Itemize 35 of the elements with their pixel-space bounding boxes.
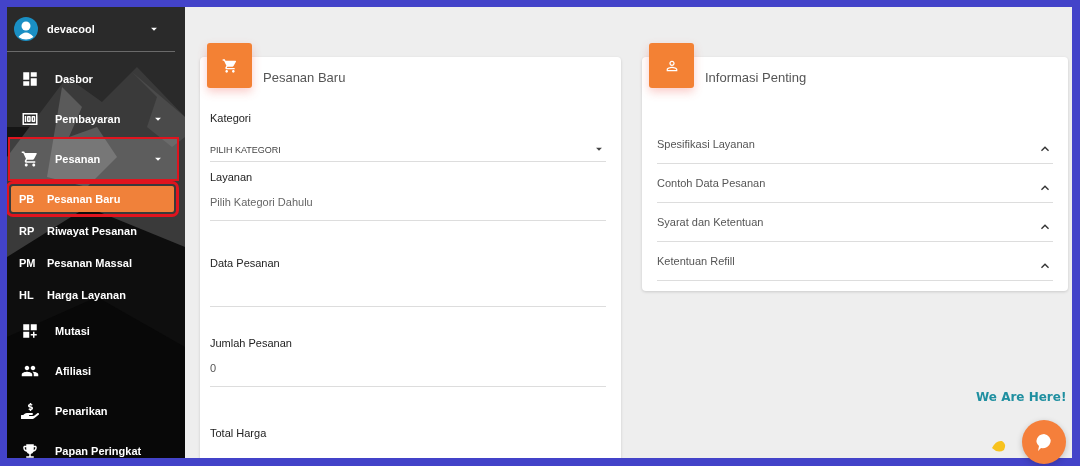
category-select[interactable]: PILIH KATEGORI [210, 124, 606, 162]
field-label: Layanan [210, 171, 254, 183]
cart-icon [221, 57, 238, 74]
accordion-item[interactable]: Contoh Data Pesanan [657, 164, 1053, 203]
accordion-item[interactable]: Spesifikasi Layanan [657, 125, 1053, 164]
sidebar-subitem[interactable]: HL Harga Layanan [11, 279, 177, 311]
field-label: Total Harga [210, 427, 268, 439]
sidebar-item[interactable]: Dasbor [10, 59, 177, 99]
field-label: Jumlah Pesanan [210, 337, 293, 349]
sidebar-item[interactable]: Pembayaran [10, 99, 177, 139]
sidebar-item[interactable]: Mutasi [10, 311, 177, 351]
input-field[interactable]: 0 [210, 349, 606, 386]
sidebar-item[interactable]: Papan Peringkat [10, 431, 177, 458]
field-label: Kategori [210, 112, 252, 124]
field-label: Data Pesanan [210, 257, 281, 269]
avatar-icon [14, 17, 38, 41]
input-field[interactable]: Pilih Kategori Dahulu [210, 183, 606, 220]
grid-plus-icon [21, 322, 39, 340]
user-name: devacool [47, 23, 96, 35]
cart-icon [21, 150, 39, 168]
sidebar-item[interactable]: Afiliasi [10, 351, 177, 391]
card-title: Pesanan Baru [263, 70, 346, 85]
cash-icon [21, 110, 39, 128]
accordion-item[interactable]: Syarat dan Ketentuan [657, 203, 1053, 242]
grid-icon [21, 70, 39, 88]
chat-button[interactable] [1022, 420, 1066, 464]
sidebar-subitem[interactable]: RP Riwayat Pesanan [11, 215, 177, 247]
trophy-icon [21, 442, 39, 458]
sidebar-item[interactable]: Pesanan [10, 139, 177, 179]
card-title: Informasi Penting [705, 70, 807, 85]
sidebar-subitem[interactable]: PM Pesanan Massal [11, 247, 177, 279]
hand-dollar-icon [21, 402, 39, 420]
sidebar-item[interactable]: Penarikan [10, 391, 177, 431]
accordion-item[interactable]: Ketentuan Refill [657, 242, 1053, 281]
chat-caption: We Are Here! [976, 390, 1067, 404]
